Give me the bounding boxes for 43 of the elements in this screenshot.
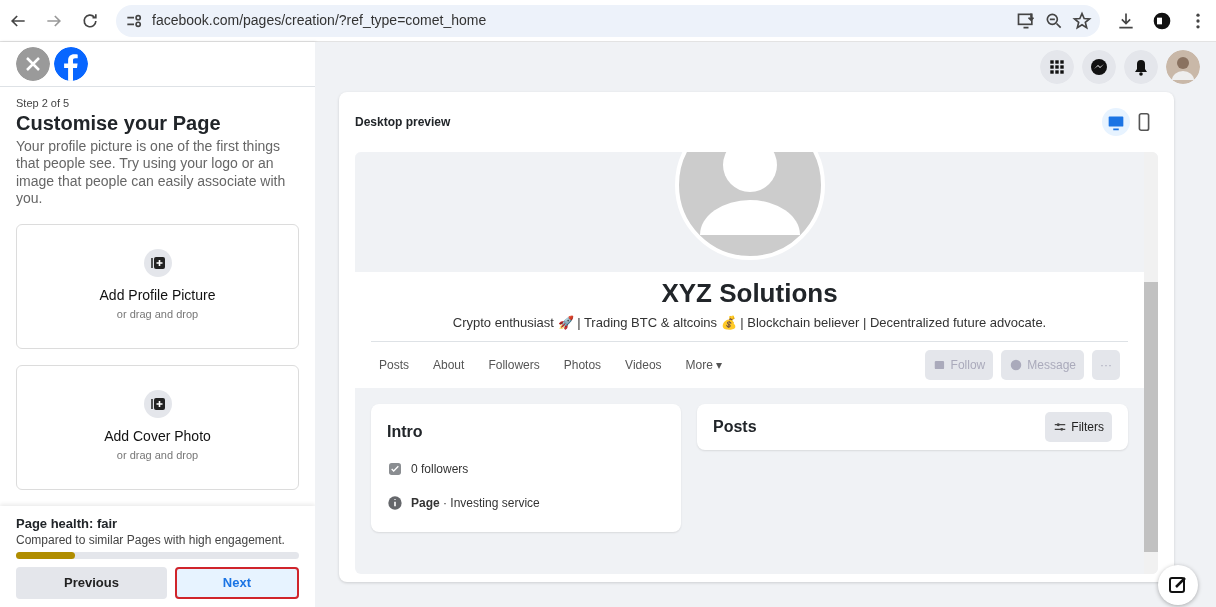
add-photo-icon (143, 390, 172, 419)
upload-hint: or drag and drop (116, 448, 199, 464)
page-title: Customise your Page (16, 111, 222, 134)
compose-icon[interactable] (1158, 565, 1198, 605)
facebook-logo-icon[interactable] (54, 47, 88, 82)
profile-tab[interactable]: More ▾ (685, 355, 723, 374)
upload-title: Add Cover Photo (104, 427, 211, 447)
intro-text: Page · Investing service (411, 494, 540, 512)
apps-grid-icon[interactable] (1040, 50, 1074, 84)
profile-tab[interactable]: Videos (625, 355, 662, 374)
next-button[interactable]: Next (174, 567, 299, 599)
upload-card[interactable]: Add Profile Picture or drag and drop (16, 223, 299, 349)
profile-icon[interactable] (1152, 10, 1172, 31)
address-bar[interactable]: facebook.com/pages/creation/?ref_type=comet_home (116, 4, 1100, 37)
desktop-icon[interactable] (1102, 108, 1130, 136)
intro-title: Intro (387, 421, 424, 442)
preview-title: Desktop preview (355, 114, 452, 131)
checkbox-icon (387, 460, 403, 477)
intro-text: 0 followers (411, 460, 469, 478)
profile-tab[interactable]: Followers (488, 355, 540, 374)
profile-tab[interactable]: Posts (379, 355, 409, 374)
profile-tab[interactable]: Photos (563, 355, 602, 374)
info-icon (387, 494, 403, 511)
posts-title: Posts (713, 416, 758, 437)
profile-tab[interactable]: About (433, 355, 465, 374)
avatar-icon[interactable] (1166, 50, 1200, 84)
previous-button[interactable]: Previous (16, 567, 167, 599)
health-description: Compared to similar Pages with high engagement. (16, 533, 286, 548)
filters-button[interactable]: Filters (1045, 411, 1112, 442)
upload-title: Add Profile Picture (99, 286, 216, 306)
close-icon[interactable] (16, 47, 50, 82)
description: Your profile picture is one of the first things that people see. Try using your logo or an image that people can easily associate with you. (16, 137, 287, 208)
page-name: XYZ Solutions (660, 277, 839, 310)
upload-card[interactable]: Add Cover Photo or drag and drop (16, 364, 299, 490)
bio-text: Crypto enthusiast 🚀 | Trading BTC & altcoins 💰 | Blockchain believer | Decentralized future advocate. (451, 314, 1048, 332)
health-title: Page health: fair (16, 514, 119, 533)
upload-hint: or drag and drop (116, 307, 199, 323)
url-text: facebook.com/pages/creation/?ref_type=comet_home (152, 11, 488, 30)
star-icon[interactable] (1072, 10, 1092, 31)
add-photo-icon (143, 249, 172, 278)
bell-icon[interactable] (1124, 50, 1158, 84)
profile-picture-placeholder-icon (674, 152, 825, 260)
step-label: Step 2 of 5 (16, 96, 71, 112)
